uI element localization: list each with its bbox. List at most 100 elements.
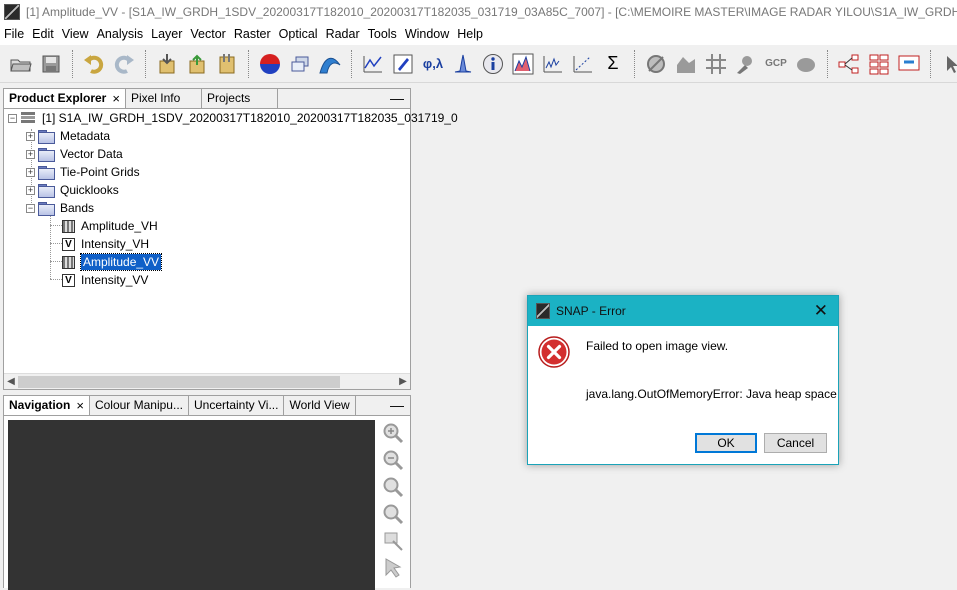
ok-button[interactable]: OK [695,433,757,453]
tab-projects[interactable]: Projects [201,89,278,108]
save-product-icon[interactable] [38,51,64,77]
menu-tools[interactable]: Tools [364,24,401,45]
menu-vector[interactable]: Vector [186,24,229,45]
product-explorer-panel: Product Explorer × Pixel Info Projects —… [3,88,458,390]
menu-layer[interactable]: Layer [147,24,186,45]
scroll-right-icon[interactable]: ▶ [396,374,410,390]
tree-node-tie-point-grids[interactable]: + Tie-Point Grids [26,163,140,181]
expand-icon[interactable]: + [26,131,35,141]
information-icon[interactable] [480,51,506,77]
toolbar-separator [248,49,249,78]
zoom-pixel-icon[interactable] [382,476,404,498]
navigation-canvas[interactable] [8,420,375,590]
minimize-panel-button[interactable]: — [390,397,404,413]
menu-optical[interactable]: Optical [275,24,322,45]
pin-manager-icon[interactable] [733,51,759,77]
band-label: Intensity_VV [81,273,149,287]
collapse-icon[interactable]: − [8,113,17,123]
product-library-icon[interactable] [896,51,922,77]
sum-icon[interactable]: Σ [600,51,626,77]
band-maths-icon[interactable] [214,51,240,77]
zoom-in-icon[interactable] [382,422,404,444]
tab-close-icon[interactable]: × [112,89,120,108]
navigation-panel: Navigation × Colour Manipu... Uncertaint… [3,395,411,590]
menu-help[interactable]: Help [453,24,487,45]
menu-view[interactable]: View [58,24,93,45]
batch-processing-icon[interactable] [866,51,892,77]
menu-edit[interactable]: Edit [28,24,58,45]
histogram-icon[interactable] [450,51,476,77]
scrollbar-thumb[interactable] [18,376,340,388]
tree-node-quicklooks[interactable]: + Quicklooks [26,181,119,199]
menu-window[interactable]: Window [401,24,453,45]
menu-radar[interactable]: Radar [322,24,364,45]
tab-uncertainty-visualisation[interactable]: Uncertainty Vi... [188,396,285,415]
folder-icon [38,130,55,144]
main-toolbar: φ,λ Σ GCP [0,45,957,83]
toolbar-separator [827,49,828,78]
tab-world-view[interactable]: World View [284,396,356,415]
tile-windows-icon[interactable] [287,51,313,77]
expand-icon[interactable]: + [26,167,35,177]
expand-icon[interactable]: + [26,185,35,195]
toolbar-separator [72,49,73,78]
tree-node-band-selected[interactable]: Amplitude_VV [62,253,163,271]
rgb-image-icon[interactable] [257,51,283,77]
tab-colour-manipulation[interactable]: Colour Manipu... [89,396,189,415]
folder-icon [38,166,55,180]
mask-manager-icon[interactable] [673,51,699,77]
pin-edit-icon[interactable] [390,51,416,77]
no-data-icon[interactable] [643,51,669,77]
scroll-left-icon[interactable]: ◀ [4,374,18,390]
raster-band-icon [62,219,75,233]
product-name: [1] S1A_IW_GRDH_1SDV_20200317T182010_202… [42,111,458,125]
wave-icon[interactable] [317,51,343,77]
zoom-all-icon[interactable] [382,503,404,525]
tree-node-band[interactable]: V Intensity_VV [62,271,148,289]
tab-navigation[interactable]: Navigation × [4,396,90,415]
tree-node-product[interactable]: − [1] S1A_IW_GRDH_1SDV_20200317T182010_2… [8,109,458,127]
cancel-button[interactable]: Cancel [764,433,827,453]
menu-file[interactable]: File [0,24,28,45]
product-icon [21,112,35,123]
menu-raster[interactable]: Raster [230,24,275,45]
spectrum-icon[interactable]: φ,λ [420,51,446,77]
statistics-icon[interactable] [510,51,536,77]
horizontal-scrollbar[interactable]: ◀ ▶ [4,373,410,389]
tree-node-bands[interactable]: − Bands [26,199,94,217]
undo-icon[interactable] [81,51,107,77]
open-product-icon[interactable] [8,51,34,77]
graticule-icon[interactable] [703,51,729,77]
profile-plot-icon[interactable] [360,51,386,77]
expand-icon[interactable]: + [26,149,35,159]
tab-pixel-info[interactable]: Pixel Info [125,89,202,108]
tree-node-band[interactable]: V Intensity_VH [62,235,149,253]
menu-analysis[interactable]: Analysis [93,24,148,45]
virtual-band-icon: V [62,237,75,251]
gcp-manager-icon[interactable]: GCP [763,51,789,77]
minimize-panel-button[interactable]: — [390,90,404,106]
collapse-icon[interactable]: − [26,203,35,213]
redo-icon[interactable] [111,51,137,77]
tree-node-metadata[interactable]: + Metadata [26,127,110,145]
dialog-close-button[interactable]: ✕ [814,302,828,319]
title-bar: [1] Amplitude_VV - [S1A_IW_GRDH_1SDV_202… [0,0,957,24]
select-tool-icon[interactable] [939,51,957,77]
correlative-plot-icon[interactable] [570,51,596,77]
zoom-out-icon[interactable] [382,449,404,471]
tab-product-explorer[interactable]: Product Explorer × [4,89,126,108]
tree-node-band[interactable]: Amplitude_VH [62,217,158,235]
tree-node-vector-data[interactable]: + Vector Data [26,145,123,163]
graph-builder-icon[interactable] [836,51,862,77]
scatter-plot-icon[interactable] [540,51,566,77]
sync-cursor-icon[interactable] [382,557,404,579]
tab-close-icon[interactable]: × [76,396,84,415]
layer-manager-icon[interactable] [793,51,819,77]
spectrum-label: φ,λ [422,56,444,71]
sync-views-icon[interactable] [382,530,404,552]
node-label: Vector Data [60,147,123,161]
product-explorer-tabs: Product Explorer × Pixel Info Projects [4,89,410,109]
export-icon[interactable] [184,51,210,77]
import-icon[interactable] [154,51,180,77]
tree-connector [50,225,62,226]
